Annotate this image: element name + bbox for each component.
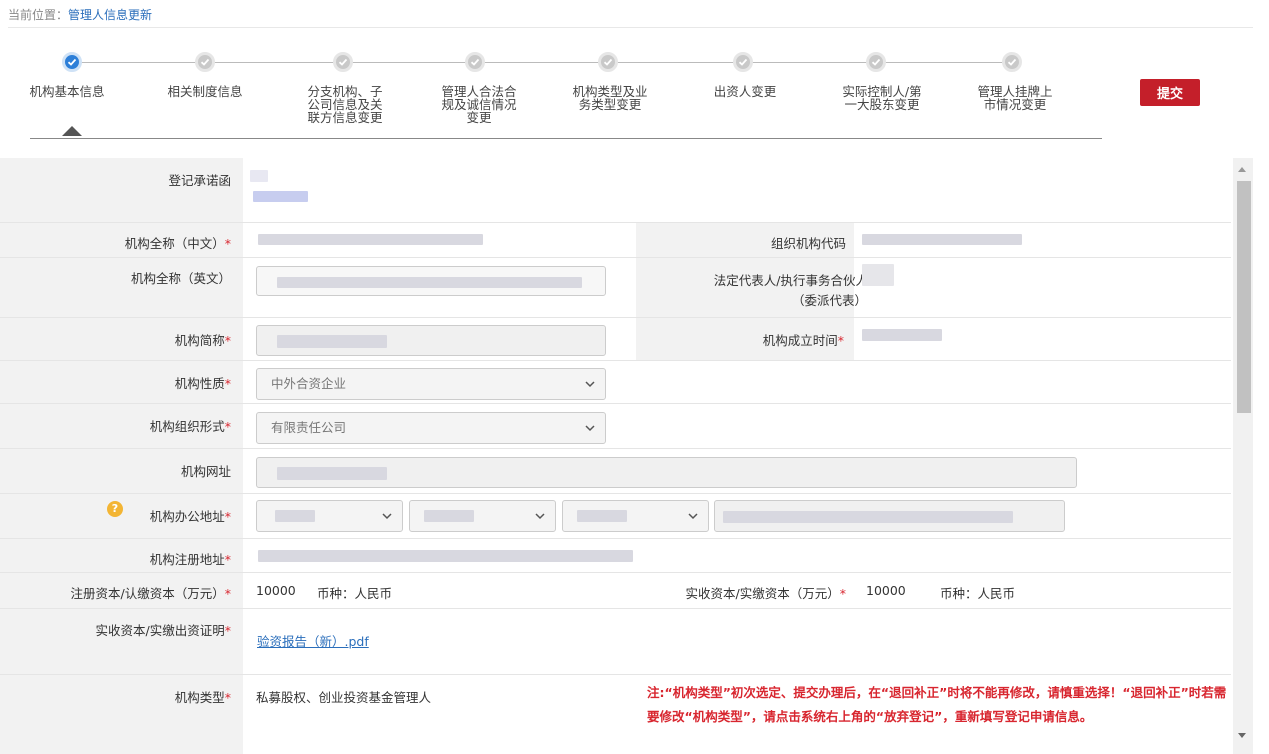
row-short-name: 机构简称* 机构成立时间*	[0, 318, 1231, 361]
row-nature: 机构性质* 中外合资企业	[0, 361, 1231, 404]
row-paid-proof: 实收资本/实缴出资证明* 验资报告（新）.pdf	[0, 609, 1231, 675]
scroll-up-arrow-icon[interactable]	[1238, 167, 1246, 172]
org-type-warning-note: 注:“机构类型”初次选定、提交办理后，在“退回补正”时将不能再修改，请慎重选择！…	[647, 685, 1227, 724]
chevron-down-icon	[585, 381, 595, 388]
row-capital: 注册资本/认缴资本（万元）* 10000 币种：人民币 实收资本/实缴资本（万元…	[0, 573, 1231, 609]
office-district-select[interactable]	[562, 500, 709, 532]
row-office-address: ? 机构办公地址*	[0, 494, 1231, 539]
step-1-label[interactable]: 机构基本信息	[12, 85, 122, 98]
nature-label: 机构性质*	[174, 376, 231, 391]
breadcrumb-prefix: 当前位置：	[8, 8, 69, 22]
step-7-label[interactable]: 实际控制人/第 一大股东变更	[827, 85, 937, 111]
submit-button[interactable]: 提交	[1140, 79, 1200, 106]
name-cn-label: 机构全称（中文）*	[124, 236, 231, 251]
step-4-check-icon[interactable]	[465, 52, 485, 72]
scroll-down-arrow-icon[interactable]	[1238, 733, 1246, 738]
breadcrumb-current[interactable]: 管理人信息更新	[68, 8, 152, 22]
step-3-check-icon[interactable]	[333, 52, 353, 72]
step-5-label[interactable]: 机构类型及业 务类型变更	[555, 85, 665, 111]
commitment-label: 登记承诺函	[168, 173, 231, 188]
nature-select[interactable]: 中外合资企业	[256, 368, 606, 400]
chevron-down-icon	[382, 513, 392, 520]
short-name-label: 机构简称*	[174, 333, 231, 348]
nature-select-value: 中外合资企业	[271, 376, 347, 391]
established-label: 机构成立时间*	[762, 333, 844, 348]
commitment-file-link[interactable]	[253, 191, 308, 202]
step-6-label[interactable]: 出资人变更	[690, 85, 800, 98]
chevron-down-icon	[585, 425, 595, 432]
breadcrumb-divider	[8, 27, 1253, 28]
row-website: 机构网址	[0, 449, 1231, 494]
org-form-select[interactable]: 有限责任公司	[256, 412, 606, 444]
row-name-cn: 机构全称（中文）* 组织机构代码	[0, 223, 1231, 258]
step-8-label[interactable]: 管理人挂牌上 市情况变更	[960, 85, 1070, 111]
reg-capital-currency: 币种：人民币	[317, 586, 393, 601]
office-province-select[interactable]	[256, 500, 403, 532]
office-street-input[interactable]	[714, 500, 1065, 532]
chevron-down-icon	[688, 513, 698, 520]
step-3-label[interactable]: 分支机构、子 公司信息及关 联方信息变更	[290, 85, 400, 124]
step-4-label[interactable]: 管理人合法合 规及诚信情况 变更	[424, 85, 534, 124]
office-address-label: 机构办公地址*	[149, 509, 231, 524]
website-label: 机构网址	[180, 464, 231, 479]
help-icon[interactable]: ?	[107, 501, 123, 517]
legal-rep-label: 法定代表人/执行事务合伙人	[713, 273, 868, 288]
row-commitment: 登记承诺函	[0, 158, 1231, 223]
step-7-check-icon[interactable]	[866, 52, 886, 72]
org-form-select-value: 有限责任公司	[271, 420, 347, 435]
step-6-check-icon[interactable]	[733, 52, 753, 72]
basic-info-form: 登记承诺函 机构全称（中文）* 组织机构代码 机构全称（英文） 法定代表人/执行…	[0, 158, 1231, 754]
reg-address-label: 机构注册地址*	[149, 552, 231, 567]
website-input[interactable]	[256, 457, 1077, 488]
step-8-check-icon[interactable]	[1002, 52, 1022, 72]
reg-address-value	[258, 550, 633, 562]
paid-proof-label: 实收资本/实缴出资证明*	[95, 623, 231, 638]
row-org-type: 机构类型* 私募股权、创业投资基金管理人 注:“机构类型”初次选定、提交办理后，…	[0, 675, 1231, 754]
step-2-check-icon[interactable]	[195, 52, 215, 72]
commitment-redacted	[250, 170, 268, 182]
paid-capital-value: 10000	[866, 583, 906, 598]
org-type-label: 机构类型*	[174, 690, 231, 705]
breadcrumb: 当前位置：管理人信息更新	[8, 6, 152, 23]
name-en-input[interactable]	[256, 266, 606, 296]
form-scrollbar-thumb[interactable]	[1237, 181, 1251, 413]
step-5-check-icon[interactable]	[598, 52, 618, 72]
established-value	[862, 329, 942, 341]
org-code-label: 组织机构代码	[770, 236, 846, 251]
legal-rep-sublabel: （委派代表）	[791, 293, 867, 308]
paid-capital-label: 实收资本/实缴资本（万元）*	[685, 586, 846, 601]
reg-capital-value: 10000	[256, 583, 296, 598]
stepper-divider	[30, 138, 1102, 139]
row-org-form: 机构组织形式* 有限责任公司	[0, 404, 1231, 449]
step-2-label[interactable]: 相关制度信息	[150, 85, 260, 98]
office-city-select[interactable]	[409, 500, 556, 532]
active-step-caret-icon	[62, 126, 82, 136]
chevron-down-icon	[535, 513, 545, 520]
org-form-label: 机构组织形式*	[149, 419, 231, 434]
name-en-label: 机构全称（英文）	[130, 271, 231, 286]
legal-rep-value	[862, 264, 894, 286]
org-code-value	[862, 234, 1022, 245]
row-name-en: 机构全称（英文） 法定代表人/执行事务合伙人 （委派代表）	[0, 258, 1231, 318]
step-1-check-icon[interactable]	[62, 52, 82, 72]
name-cn-value	[258, 234, 483, 245]
org-type-value: 私募股权、创业投资基金管理人	[256, 690, 432, 705]
short-name-input[interactable]	[256, 325, 606, 356]
paid-proof-file-link[interactable]: 验资报告（新）.pdf	[257, 631, 369, 650]
reg-capital-label: 注册资本/认缴资本（万元）*	[70, 586, 231, 601]
row-reg-address: 机构注册地址*	[0, 539, 1231, 573]
paid-capital-currency: 币种：人民币	[940, 586, 1016, 601]
